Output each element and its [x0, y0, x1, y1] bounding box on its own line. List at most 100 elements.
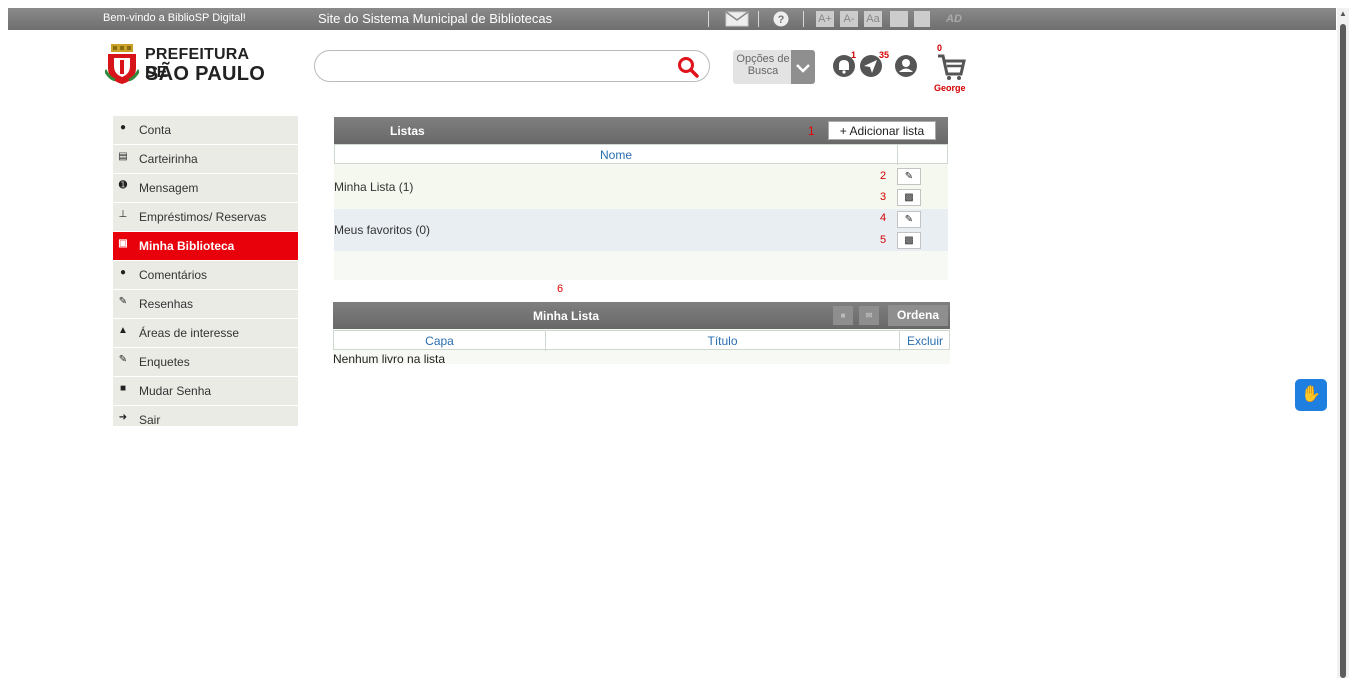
prefeitura-logo[interactable]: PREFEITURA DE SÃO PAULO — [105, 44, 275, 88]
search-options-button[interactable]: Opções de Busca — [733, 50, 815, 84]
logo-text-line2: SÃO PAULO — [145, 63, 266, 85]
sidebar-item-label: Comentários — [139, 268, 208, 282]
edit-icon: ✎ — [118, 354, 128, 365]
scroll-up-icon[interactable]: ▲ — [1339, 9, 1347, 18]
sidebar-item-label: Sair — [139, 413, 161, 427]
cart-icon[interactable] — [936, 52, 966, 82]
sign-out-icon: ➜ — [118, 412, 128, 423]
city-crest-icon — [105, 44, 139, 84]
sidebar-item-label: Minha Biblioteca — [139, 239, 235, 253]
site-title-link[interactable]: Site do Sistema Municipal de Bibliotecas — [318, 11, 552, 26]
messages-badge: 35 — [879, 50, 890, 60]
marker-6: 6 — [557, 283, 564, 295]
marker-2: 2 — [880, 170, 887, 182]
column-delete-header[interactable]: Excluir — [900, 334, 950, 348]
list-name-link[interactable]: Meus favoritos (0) — [334, 223, 430, 237]
sidebar-item-enquetes[interactable]: ✎ Enquetes — [113, 348, 298, 377]
order-button[interactable]: Ordena — [888, 305, 948, 326]
notifications-badge: 1 — [851, 50, 857, 60]
user-name[interactable]: George — [934, 83, 966, 93]
font-decrease-button[interactable]: A- — [840, 11, 858, 27]
sidebar-item-label: Mudar Senha — [139, 384, 212, 398]
cart-badge: 0 — [937, 43, 943, 53]
search-box — [314, 50, 710, 82]
pencil-icon: ✎ — [118, 296, 128, 307]
grayscale-icon[interactable] — [914, 11, 930, 27]
mail-icon[interactable] — [722, 11, 752, 27]
sidebar-item-conta[interactable]: ● Conta — [113, 116, 298, 145]
thumbs-up-icon: ▲ — [118, 325, 128, 336]
edit-list-button[interactable]: ✎ — [897, 211, 921, 228]
divider — [897, 145, 898, 165]
email-icon[interactable]: ✉ — [859, 306, 879, 325]
column-cover-header[interactable]: Capa — [334, 334, 545, 348]
info-icon: ➊ — [118, 180, 128, 191]
sidebar-item-carteirinha[interactable]: ▤ Carteirinha — [113, 145, 298, 174]
help-icon[interactable]: ? — [772, 11, 790, 27]
font-increase-button[interactable]: A+ — [816, 11, 834, 27]
marker-5: 5 — [880, 234, 887, 246]
sidebar-item-sair[interactable]: ➜ Sair — [113, 406, 298, 435]
sidebar-item-resenhas[interactable]: ✎ Resenhas — [113, 290, 298, 319]
divider — [708, 11, 709, 27]
user-account-icon[interactable] — [894, 54, 918, 78]
column-name-header[interactable]: Nome — [335, 148, 897, 162]
delete-list-button[interactable]: ▩ — [897, 189, 921, 206]
list-row: Meus favoritos (0) 4 ✎ 5 ▩ — [334, 209, 948, 251]
hands-icon: ✋ — [1301, 386, 1321, 403]
divider — [758, 11, 759, 27]
sidebar-item-emprestimos[interactable]: ⊥ Empréstimos/ Reservas — [113, 203, 298, 232]
sidebar-item-areas-de-interesse[interactable]: ▲ Áreas de interesse — [113, 319, 298, 348]
lists-table-header: Nome — [334, 144, 948, 165]
print-icon[interactable]: ■ — [833, 306, 853, 325]
marker-1: 1 — [808, 124, 815, 138]
comment-icon: ● — [119, 267, 127, 278]
sidebar-item-label: Carteirinha — [139, 152, 198, 166]
scroll-thumb[interactable] — [1340, 24, 1346, 678]
delete-list-button[interactable]: ▩ — [897, 232, 921, 249]
card-icon: ▤ — [118, 151, 128, 162]
user-icon: ● — [119, 122, 127, 133]
trash-icon: ▩ — [904, 192, 914, 203]
sidebar-item-label: Resenhas — [139, 297, 194, 311]
welcome-text: Bem-vindo a BiblioSP Digital! — [103, 12, 246, 24]
my-list-panel-header: Minha Lista ■ ✉ Ordena — [333, 302, 950, 329]
font-reset-button[interactable]: Aa — [864, 11, 882, 27]
top-bar: Bem-vindo a BiblioSP Digital! Site do Si… — [8, 8, 1336, 30]
lists-panel-header: Listas 1 + Adicionar lista — [334, 117, 948, 144]
sidebar-item-minha-biblioteca[interactable]: ▣ Minha Biblioteca — [113, 232, 298, 261]
pencil-icon: ✎ — [904, 171, 914, 182]
sign-language-button[interactable]: ✋ — [1295, 379, 1327, 411]
sidebar-item-comentarios[interactable]: ● Comentários — [113, 261, 298, 290]
my-list-panel-title: Minha Lista — [532, 309, 599, 323]
search-input[interactable] — [329, 57, 673, 77]
add-list-button[interactable]: + Adicionar lista — [828, 121, 936, 140]
empty-list-message: Nenhum livro na lista — [333, 352, 446, 366]
page-scrollbar[interactable]: ▲ — [1337, 8, 1349, 678]
pencil-icon: ✎ — [904, 214, 914, 225]
book-icon: ▣ — [118, 238, 128, 249]
trash-icon: ▩ — [904, 235, 914, 246]
lists-panel: Listas 1 + Adicionar lista Nome Minha Li… — [334, 117, 948, 280]
search-icon[interactable] — [677, 56, 699, 78]
svg-text:?: ? — [778, 14, 785, 26]
lists-panel-title: Listas — [390, 124, 425, 138]
chevron-down-icon — [791, 50, 815, 84]
marker-3: 3 — [880, 191, 887, 203]
list-name-link[interactable]: Minha Lista (1) — [334, 180, 413, 194]
search-options-label: Opções de Busca — [736, 53, 790, 77]
sidebar-item-label: Conta — [139, 123, 172, 137]
audio-description-button[interactable]: AD — [934, 11, 974, 27]
edit-list-button[interactable]: ✎ — [897, 168, 921, 185]
my-list-table-header: Capa Título Excluir — [333, 330, 950, 351]
sidebar-item-label: Áreas de interesse — [139, 326, 240, 340]
my-list-panel: Minha Lista ■ ✉ Ordena Capa Título Exclu… — [333, 302, 950, 366]
sidebar-item-label: Empréstimos/ Reservas — [139, 210, 267, 224]
sidebar-item-mudar-senha[interactable]: ■ Mudar Senha — [113, 377, 298, 406]
sidebar-menu: ● Conta ▤ Carteirinha ➊ Mensagem ⊥ Empréstim… — [113, 116, 298, 435]
column-title-header[interactable]: Título — [546, 334, 899, 348]
sidebar-item-label: Enquetes — [139, 355, 190, 369]
contrast-icon[interactable] — [890, 11, 908, 27]
sidebar-item-mensagem[interactable]: ➊ Mensagem — [113, 174, 298, 203]
lock-icon: ■ — [119, 383, 127, 394]
